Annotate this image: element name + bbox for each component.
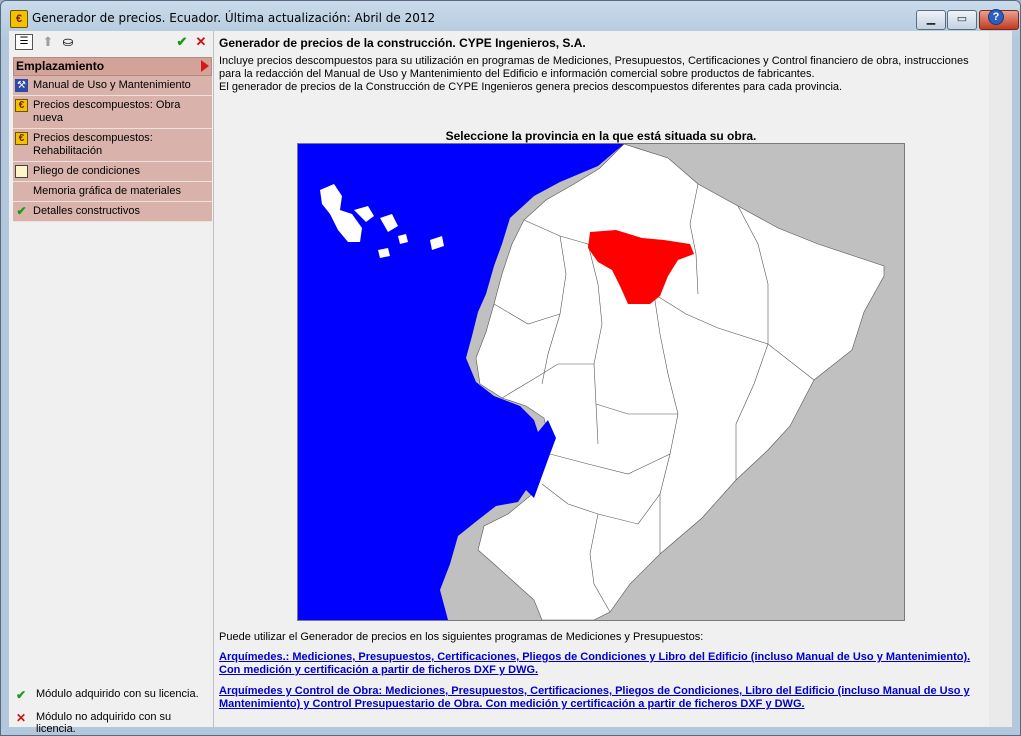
- menu-item-manual-uso[interactable]: ⚒ Manual de Uso y Mantenimiento: [13, 76, 212, 96]
- legend-acquired-label: Módulo adquirido con su licencia.: [36, 688, 199, 700]
- page-title: Generador de precios de la construcción.…: [219, 36, 586, 50]
- province-map[interactable]: [297, 143, 905, 621]
- play-arrow-icon: [201, 60, 209, 72]
- menu-header[interactable]: Emplazamiento: [13, 57, 212, 76]
- link-arquimedes-control-obra[interactable]: Arquímedes y Control de Obra: Mediciones…: [219, 685, 983, 711]
- description-paragraph-1: Incluye precios descompuestos para su ut…: [219, 55, 969, 80]
- link-arquimedes[interactable]: Arquímedes.: Mediciones, Presupuestos, C…: [219, 651, 983, 677]
- maximize-button[interactable]: ▭: [947, 10, 977, 30]
- description-paragraph-2: El generador de precios de la Construcci…: [219, 81, 843, 93]
- menu-item-detalles[interactable]: ✔ Detalles constructivos: [13, 202, 212, 222]
- chapter-menu: Emplazamiento ⚒ Manual de Uso y Mantenim…: [13, 57, 212, 222]
- left-panel: ☰ ⬆ ⛀ ✔ ✕ Emplazamiento ⚒ Manual de Uso …: [9, 31, 214, 735]
- left-toolbar: ☰ ⬆ ⛀ ✔ ✕: [9, 31, 213, 53]
- menu-item-label: Memoria gráfica de materiales: [33, 185, 181, 197]
- help-icon[interactable]: ?: [988, 9, 1004, 25]
- check-icon: ✔: [16, 688, 27, 702]
- cross-icon[interactable]: ✕: [192, 33, 210, 51]
- menu-item-memoria-grafica[interactable]: Memoria gráfica de materiales: [13, 182, 212, 202]
- map-caption: Seleccione la provincia en la que está s…: [445, 129, 757, 143]
- euro-icon: €: [10, 10, 28, 28]
- tool-icon: ⚒: [15, 79, 28, 92]
- check-icon[interactable]: ✔: [173, 33, 191, 51]
- menu-header-label: Emplazamiento: [16, 59, 105, 73]
- minimize-button[interactable]: ▁: [916, 10, 946, 30]
- up-arrow-icon[interactable]: ⬆: [39, 33, 57, 51]
- client-area: ☰ ⬆ ⛀ ✔ ✕ Emplazamiento ⚒ Manual de Uso …: [9, 31, 1012, 735]
- legend-not-acquired-label: Módulo no adquirido con su licencia.: [36, 711, 172, 735]
- euro-icon: €: [15, 99, 28, 112]
- euro-icon: €: [15, 132, 28, 145]
- check-icon: ✔: [16, 204, 27, 218]
- content-panel: Generador de precios de la construcción.…: [215, 31, 989, 727]
- app-window: € Generador de precios. Ecuador. Última …: [0, 0, 1021, 736]
- window-title: Generador de precios. Ecuador. Última ac…: [32, 11, 436, 25]
- menu-item-label: Precios descompuestos: Obra nueva: [33, 99, 181, 124]
- menu-item-label: Manual de Uso y Mantenimiento: [33, 79, 191, 91]
- compatible-programs-text: Puede utilizar el Generador de precios e…: [219, 631, 704, 643]
- menu-item-obra-nueva[interactable]: € Precios descompuestos: Obra nueva: [13, 96, 212, 129]
- menu-item-label: Precios descompuestos: Rehabilitación: [33, 132, 153, 157]
- right-edge: [989, 31, 1012, 727]
- cross-icon: ✕: [16, 711, 27, 725]
- ecuador-map-svg[interactable]: [298, 144, 904, 620]
- list-icon[interactable]: ☰: [15, 34, 33, 50]
- document-icon: [15, 165, 28, 178]
- menu-item-label: Pliego de condiciones: [33, 165, 141, 177]
- menu-item-pliego[interactable]: Pliego de condiciones: [13, 162, 212, 182]
- menu-item-rehabilitacion[interactable]: € Precios descompuestos: Rehabilitación: [13, 129, 212, 162]
- binoculars-icon[interactable]: ⛀: [59, 33, 77, 51]
- title-bar[interactable]: € Generador de precios. Ecuador. Última …: [1, 1, 1020, 31]
- description: Incluye precios descompuestos para su ut…: [219, 55, 983, 94]
- menu-item-label: Detalles constructivos: [33, 205, 140, 217]
